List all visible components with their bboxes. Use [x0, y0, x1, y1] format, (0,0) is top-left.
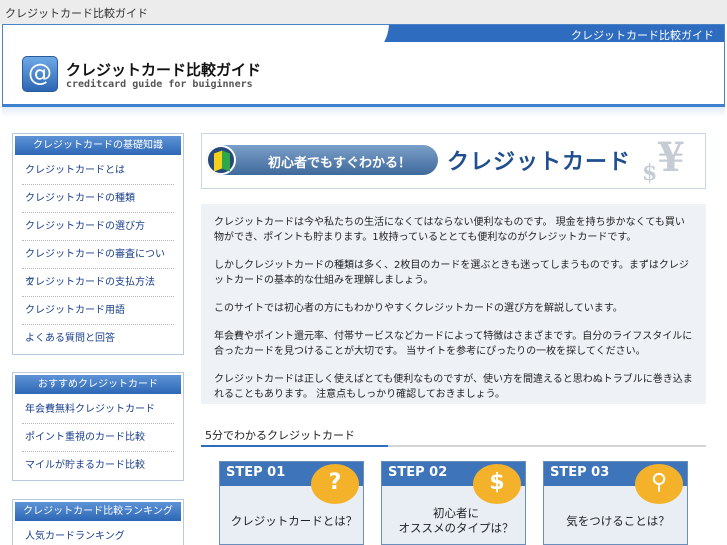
- intro-panel: クレジットカードは今や私たちの生活になくてはならない便利なものです。 現金を持ち…: [201, 204, 706, 404]
- sidebar-item[interactable]: クレジットカードの審査について: [22, 241, 174, 288]
- banner-pill: 初心者でもすぐわかる！: [206, 145, 438, 175]
- header-band: クレジットカード比較ガイド: [299, 25, 724, 63]
- section-title: 5分でわかるクレジットカード: [205, 429, 355, 442]
- header-link[interactable]: クレジットカード比較ガイド: [571, 27, 714, 43]
- sidebar-item[interactable]: クレジットカードの種類: [22, 185, 174, 213]
- yen-icon: ¥: [657, 134, 685, 181]
- step-card-2[interactable]: STEP 02 $ 初心者に オススメのタイプは？: [381, 461, 526, 545]
- sidebar-item[interactable]: クレジットカード用語: [22, 297, 174, 325]
- sidebar-item[interactable]: マイルが貯まるカード比較: [22, 452, 174, 480]
- step-label: STEP 03: [550, 465, 610, 480]
- step-card-1[interactable]: STEP 01 ? クレジットカードとは？: [219, 461, 364, 545]
- step-label: STEP 02: [388, 465, 448, 480]
- sidebar-item[interactable]: 年会費無料クレジットカード: [22, 396, 174, 424]
- mouse-icon: ⚲: [635, 464, 683, 504]
- sidebar-list: 年会費無料クレジットカード ポイント重視のカード比較 マイルが貯まるカード比較: [13, 396, 183, 480]
- sidebar-item[interactable]: クレジットカードの選び方: [22, 213, 174, 241]
- site-subtitle: creditcard guide for buiginners: [66, 79, 253, 90]
- intro-paragraph: 年会費やポイント還元率、付帯サービスなどカードによって特徴はさまざまです。自分の…: [214, 331, 693, 357]
- intro-paragraph: しかしクレジットカードの種類は多く、2枚目のカードを選ぶときも迷ってしまうもので…: [214, 260, 689, 286]
- sidebar-item[interactable]: クレジットカードの支払方法: [22, 269, 174, 297]
- step-text: クレジットカードとは？: [230, 514, 358, 528]
- sidebar-box-basics: クレジットカードの基礎知識 クレジットカードとは クレジットカードの種類 クレジ…: [12, 133, 184, 355]
- site-title[interactable]: クレジットカード比較ガイド: [66, 59, 261, 80]
- dollar-icon: $: [642, 160, 658, 186]
- banner-title: クレジットカード: [447, 150, 632, 175]
- sidebar-item[interactable]: クレジットカードとは: [22, 157, 174, 185]
- dollar-badge-icon: $: [473, 464, 521, 504]
- top-bar-text: クレジットカード比較ガイド: [5, 7, 148, 20]
- beginner-mark-icon: [206, 145, 236, 175]
- step-card-3[interactable]: STEP 03 ⚲ 気をつけることは？: [543, 461, 688, 545]
- hero-banner[interactable]: 初心者でもすぐわかる！ クレジットカード $ ¥: [201, 133, 706, 189]
- site-header: クレジットカード比較ガイド @ クレジットカード比較ガイド creditcard…: [2, 24, 725, 106]
- sidebar-box-title: クレジットカード比較ランキング: [15, 502, 181, 521]
- sidebar-item[interactable]: よくある質問と回答: [22, 325, 174, 353]
- step-text: 初心者に オススメのタイプは？: [398, 506, 514, 535]
- sidebar-box-title: おすすめクレジットカード: [15, 375, 181, 394]
- sidebar-list: クレジットカードとは クレジットカードの種類 クレジットカードの選び方 クレジッ…: [13, 157, 183, 353]
- question-icon: ?: [311, 464, 359, 504]
- step-text: 気をつけることは？: [566, 514, 670, 528]
- sidebar-box-ranking: クレジットカード比較ランキング 人気カードランキング: [12, 499, 184, 545]
- at-icon[interactable]: @: [22, 56, 58, 92]
- sidebar-box-recommend: おすすめクレジットカード 年会費無料クレジットカード ポイント重視のカード比較 …: [12, 372, 184, 481]
- intro-paragraph: このサイトでは初心者の方にもわかりやすくクレジットカードの選び方を解説しています…: [214, 303, 623, 314]
- intro-paragraph: クレジットカードは今や私たちの生活になくてはならない便利なものです。 現金を持ち…: [214, 217, 685, 243]
- sidebar-item[interactable]: 人気カードランキング: [22, 523, 174, 545]
- banner-tag: 初心者でもすぐわかる！: [268, 156, 412, 171]
- intro-paragraph: クレジットカードは正しく使えばとても便利なものですが、使い方を間違えると思わぬト…: [214, 374, 693, 400]
- sidebar-list: 人気カードランキング: [13, 523, 183, 545]
- step-label: STEP 01: [226, 465, 286, 480]
- sidebar-item[interactable]: ポイント重視のカード比較: [22, 424, 174, 452]
- sidebar-box-title: クレジットカードの基礎知識: [15, 136, 181, 155]
- top-bar: クレジットカード比較ガイド: [0, 0, 727, 24]
